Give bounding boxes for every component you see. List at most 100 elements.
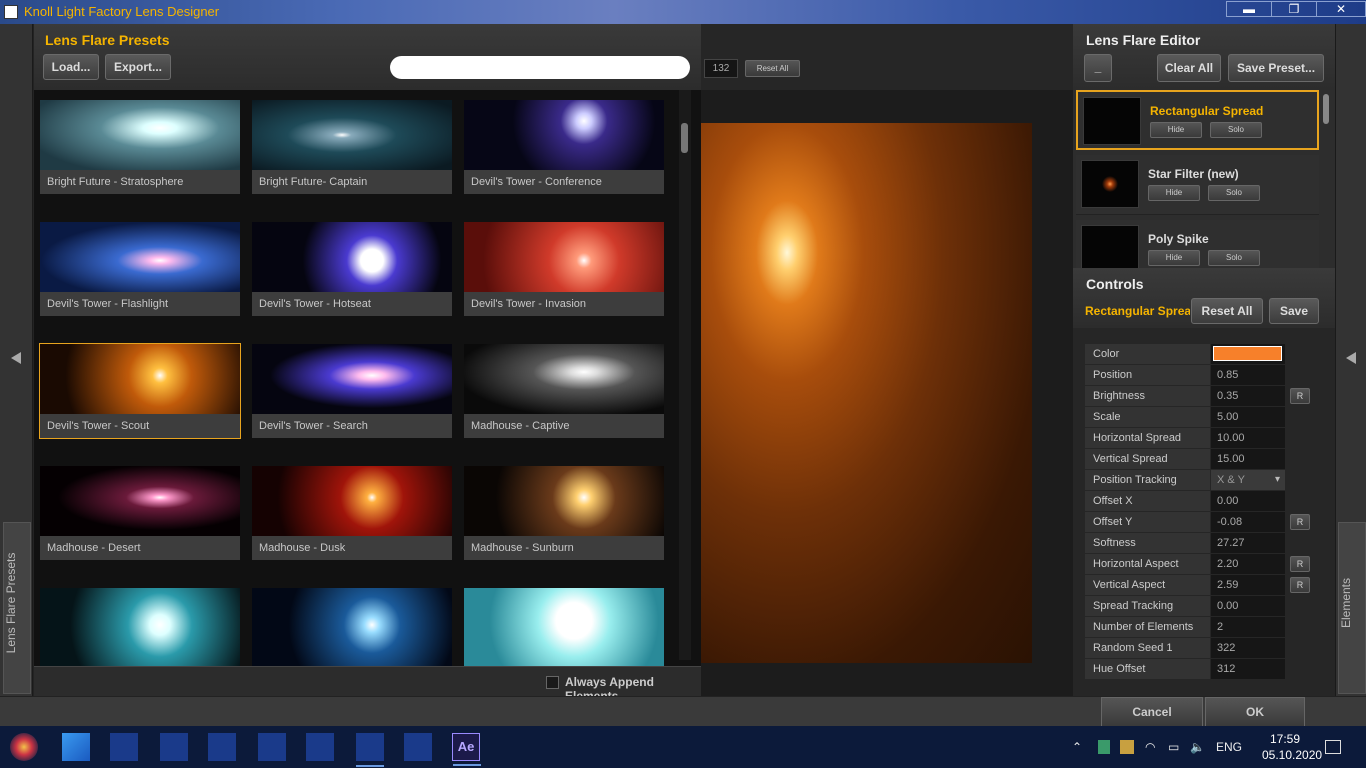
app-taskbar-icon-1[interactable] [110,733,138,761]
collapse-left-arrow-icon[interactable] [11,352,21,364]
preset-label: Devil's Tower - Hotseat [252,292,452,316]
preset-thumbnail[interactable]: Devil's Tower - Invasion [464,222,664,316]
app-taskbar-icon-5[interactable] [306,733,334,761]
security-icon[interactable] [1098,740,1110,754]
maximize-button[interactable]: ❐ [1271,1,1317,17]
preset-thumbnail[interactable]: Devil's Tower - Scout [39,343,241,439]
presets-scrollbar[interactable] [679,90,691,660]
preset-thumbnail[interactable]: Bright Future- Captain [252,100,452,194]
after-effects-taskbar-icon[interactable]: Ae [452,733,481,766]
app-taskbar-icon-2[interactable] [160,733,188,761]
minimize-button[interactable]: ▬ [1226,1,1272,17]
power-icon[interactable]: ▭ [1168,740,1179,754]
tray-app-icon[interactable] [1120,740,1134,754]
preset-thumbnail[interactable]: Devil's Tower - Flashlight [40,222,240,316]
preset-preview-image [252,100,452,170]
property-value-field[interactable]: 10.00 [1211,428,1285,448]
property-value-field[interactable]: 15.00 [1211,449,1285,469]
preview-reset-all-button[interactable]: Reset All [745,60,800,77]
solo-button[interactable]: Solo [1208,250,1260,266]
property-label: Vertical Aspect [1085,575,1210,595]
preset-thumbnail[interactable] [40,588,240,666]
property-label: Softness [1085,533,1210,553]
preset-preview-image [464,344,664,414]
collapse-right-arrow-icon[interactable] [1346,352,1356,364]
property-label: Position Tracking [1085,470,1210,490]
always-append-checkbox[interactable] [546,676,559,689]
reset-property-button[interactable]: R [1290,556,1310,572]
scrollbar-thumb[interactable] [681,123,688,153]
hide-button[interactable]: Hide [1148,185,1200,201]
property-value-field[interactable]: 312 [1211,659,1285,679]
element-row[interactable]: Star Filter (new) Hide Solo [1076,155,1319,215]
lens-flare-presets-side-tab[interactable]: Lens Flare Presets [3,522,31,694]
property-value-field[interactable]: 2 [1211,617,1285,637]
controls-save-button[interactable]: Save [1269,298,1319,324]
app-taskbar-icon-3[interactable] [208,733,236,761]
preset-thumbnail[interactable]: Devil's Tower - Search [252,344,452,438]
reset-property-button[interactable]: R [1290,577,1310,593]
element-row[interactable]: Rectangular Spread Hide Solo [1076,90,1319,150]
light-factory-taskbar-icon[interactable] [356,733,384,767]
property-row: Vertical Aspect 2.59 [1085,575,1285,596]
preset-thumbnail[interactable]: Madhouse - Sunburn [464,466,664,560]
property-value-field[interactable]: 0.00 [1211,596,1285,616]
preset-thumbnail[interactable]: Bright Future - Stratosphere [40,100,240,194]
windows-icon[interactable] [62,733,90,761]
controls-reset-all-button[interactable]: Reset All [1191,298,1263,324]
load-button[interactable]: Load... [43,54,99,80]
ok-button[interactable]: OK [1205,697,1305,727]
collapse-button[interactable]: _ [1084,54,1112,82]
preset-thumbnail[interactable]: Madhouse - Dusk [252,466,452,560]
reset-property-button[interactable]: R [1290,388,1310,404]
property-value-field[interactable]: 0.85 [1211,365,1285,385]
close-button[interactable]: ✕ [1316,1,1366,17]
frame-number-field[interactable]: 132 [704,59,738,78]
element-thumbnail [1083,97,1141,145]
start-orb-icon[interactable] [10,733,38,761]
property-value-field[interactable]: 0.00 [1211,491,1285,511]
property-value-field[interactable]: 0.35 [1211,386,1285,406]
language-indicator[interactable]: ENG [1216,740,1242,754]
flare-preview-viewport[interactable] [701,123,1032,663]
volume-icon[interactable]: 🔈 [1190,740,1205,754]
app-taskbar-icon-4[interactable] [258,733,286,761]
preset-thumbnail[interactable]: Devil's Tower - Hotseat [252,222,452,316]
presets-footer: Always Append Elements [34,666,701,703]
preset-thumbnail[interactable] [464,588,664,666]
property-value-field[interactable]: 322 [1211,638,1285,658]
clock[interactable]: 17:59 05.10.2020 [1262,731,1322,763]
property-value-field[interactable]: 2.20 [1211,554,1285,574]
property-value-field[interactable]: 5.00 [1211,407,1285,427]
tray-chevron-icon[interactable]: ⌃ [1072,740,1082,754]
side-tab-label: Lens Flare Presets [4,552,18,654]
preset-thumbnail[interactable]: Devil's Tower - Conference [464,100,664,194]
notifications-icon[interactable] [1325,740,1341,754]
wifi-icon[interactable]: ◠ [1145,740,1155,754]
cancel-button[interactable]: Cancel [1101,697,1203,727]
app-taskbar-icon-7[interactable] [404,733,432,761]
color-swatch-fill[interactable] [1213,346,1282,361]
position-tracking-dropdown[interactable]: X & Y ▾ [1211,470,1285,490]
preset-search-input[interactable] [390,56,690,79]
property-value-field[interactable]: 27.27 [1211,533,1285,553]
solo-button[interactable]: Solo [1208,185,1260,201]
presets-title: Lens Flare Presets [45,32,170,48]
clear-all-button[interactable]: Clear All [1157,54,1221,82]
solo-button[interactable]: Solo [1210,122,1262,138]
property-value-field[interactable]: -0.08 [1211,512,1285,532]
save-preset-button[interactable]: Save Preset... [1228,54,1324,82]
preset-thumbnail[interactable] [252,588,452,666]
hide-button[interactable]: Hide [1150,122,1202,138]
color-swatch[interactable] [1211,344,1285,364]
preset-thumbnail[interactable]: Madhouse - Captive [464,344,664,438]
preset-thumbnail[interactable]: Madhouse - Desert [40,466,240,560]
export-button[interactable]: Export... [105,54,171,80]
elements-scrollbar-thumb[interactable] [1323,94,1329,124]
property-value-field[interactable]: 2.59 [1211,575,1285,595]
reset-property-button[interactable]: R [1290,514,1310,530]
elements-side-tab[interactable]: Elements [1338,522,1366,694]
element-row[interactable]: Poly Spike Hide Solo [1076,220,1319,268]
chevron-down-icon: ▾ [1274,474,1280,485]
hide-button[interactable]: Hide [1148,250,1200,266]
